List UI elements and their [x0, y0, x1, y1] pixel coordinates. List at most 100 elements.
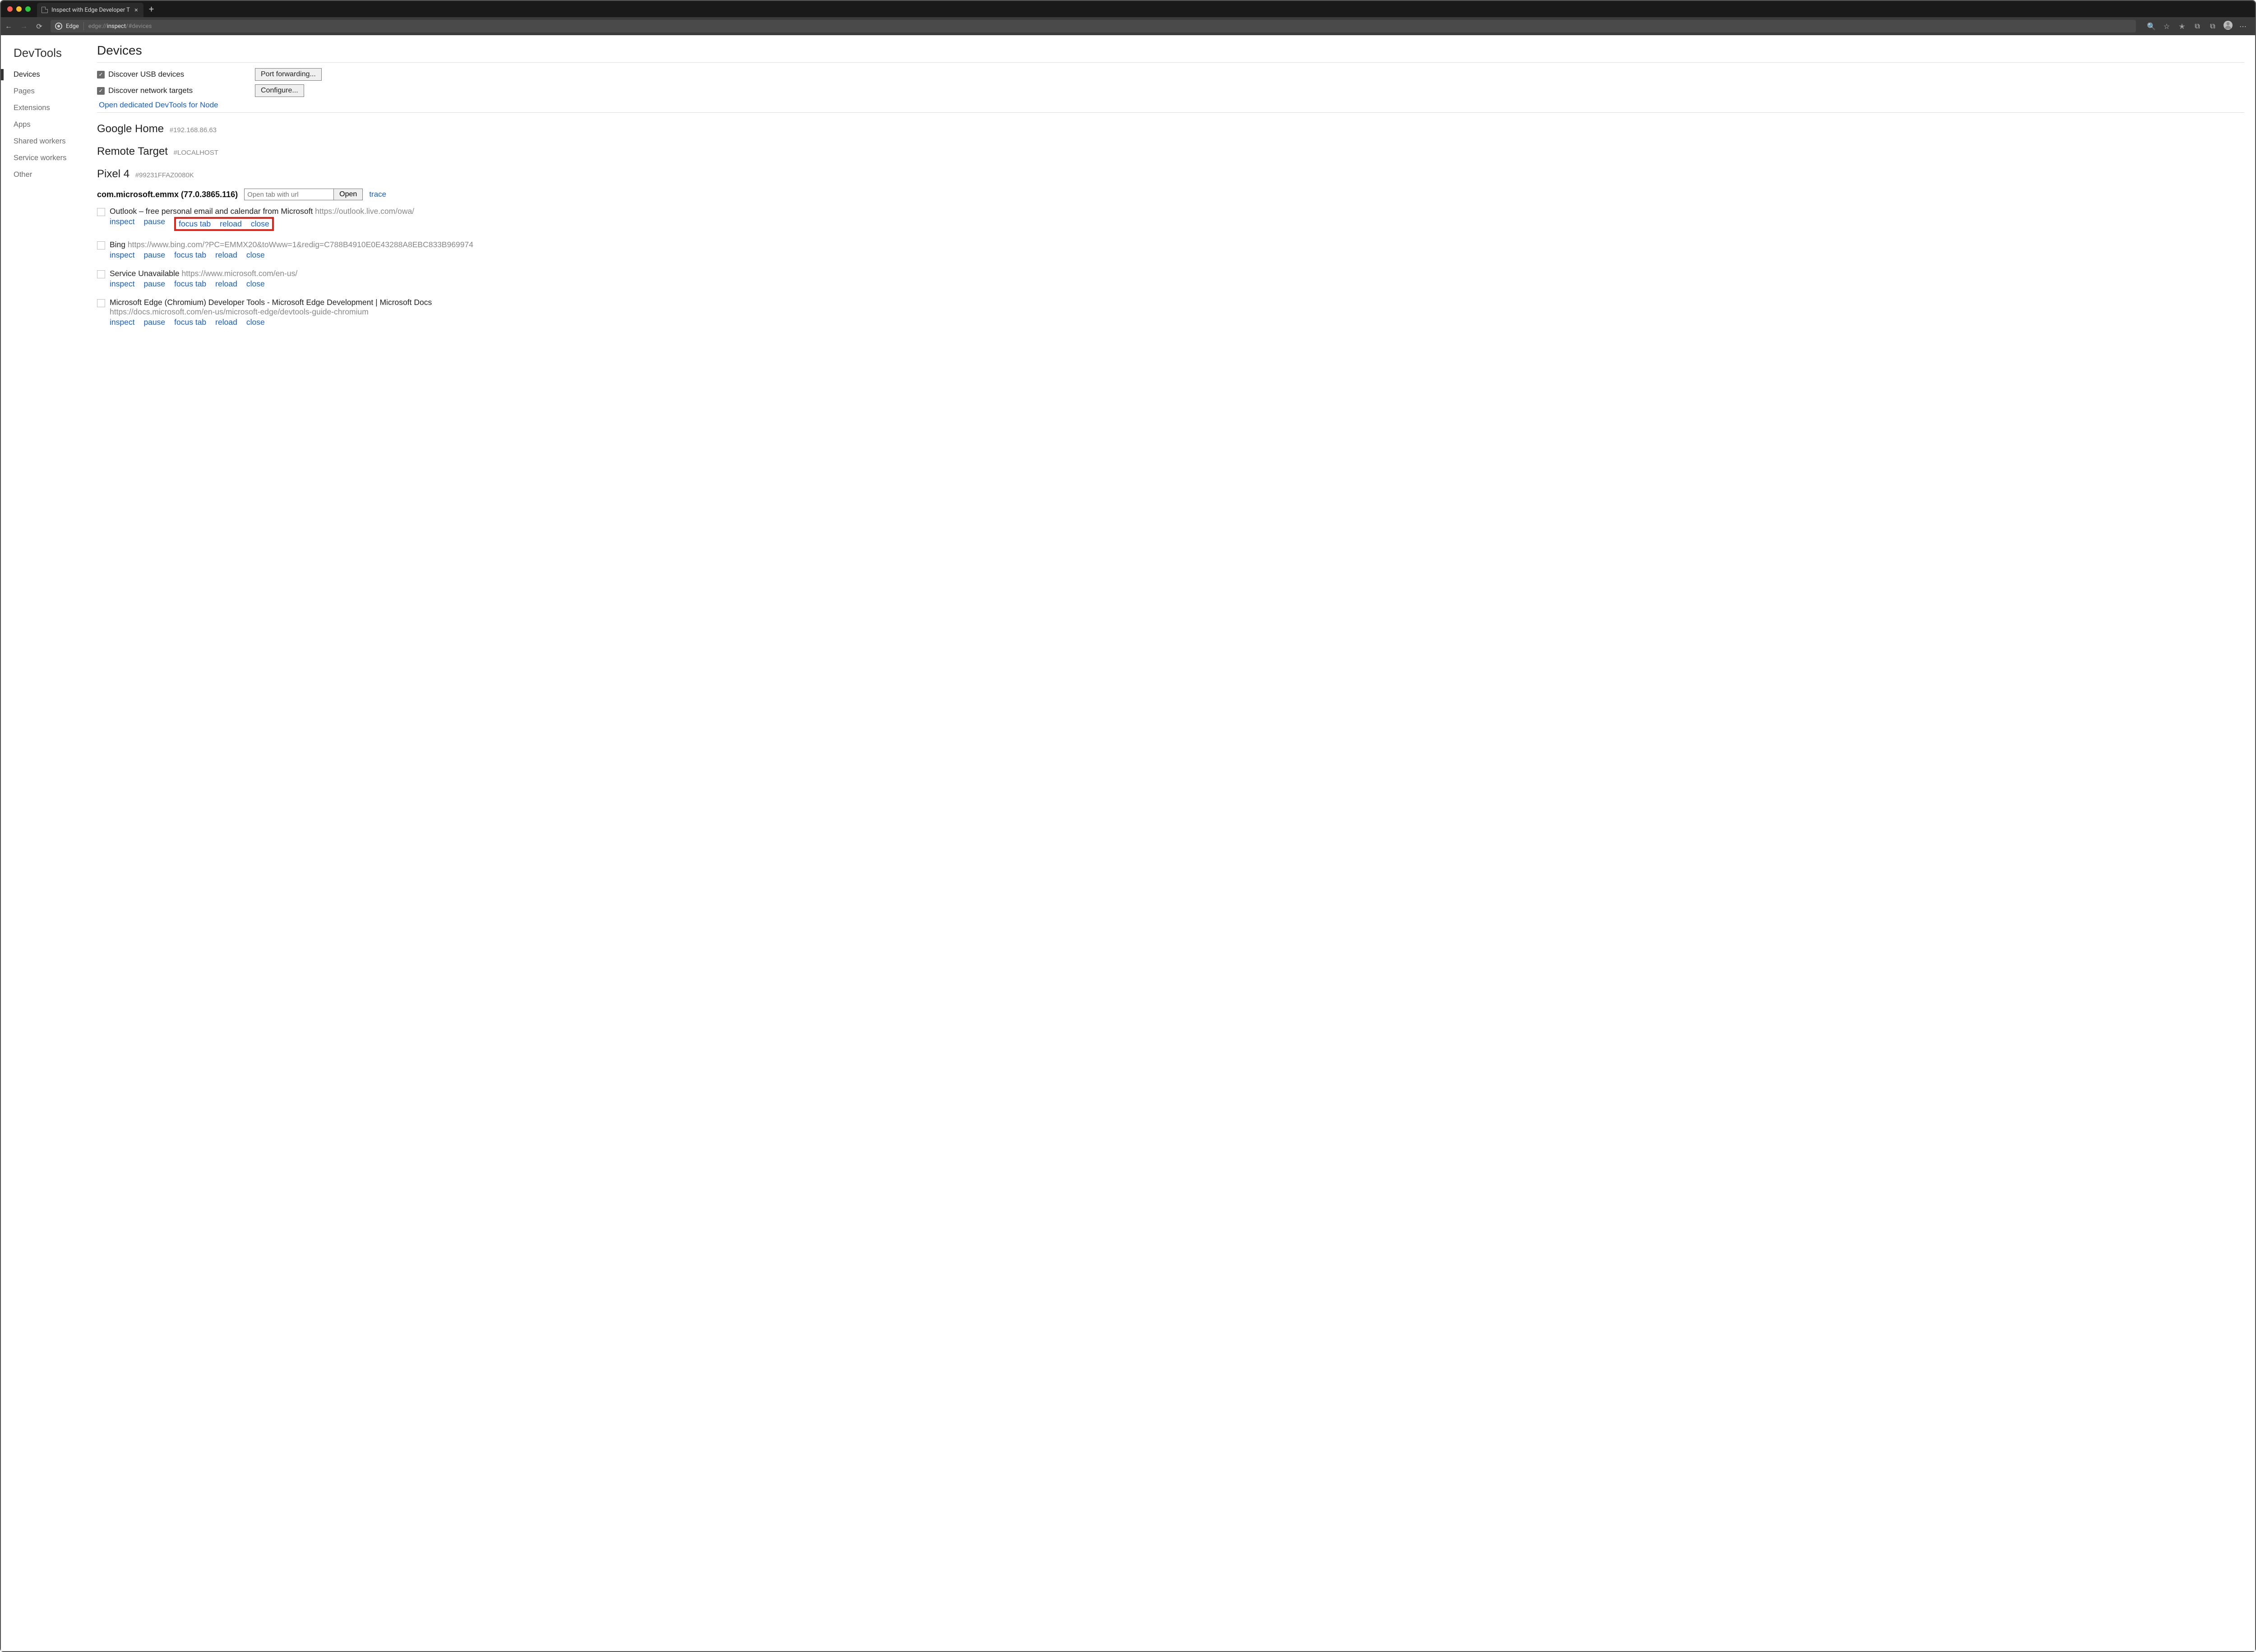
sidebar-item-service-workers[interactable]: Service workers	[1, 150, 93, 166]
entry-actions: inspect pause focus tab reload close	[110, 217, 2244, 231]
discover-usb-row: ✓ Discover USB devices Port forwarding..…	[97, 68, 2244, 81]
sidebar-item-devices[interactable]: Devices	[1, 66, 93, 83]
entry-checkbox[interactable]	[97, 270, 105, 278]
reload-link[interactable]: reload	[215, 250, 237, 260]
back-button[interactable]: ←	[1, 22, 16, 31]
target-hash: #LOCALHOST	[174, 149, 218, 157]
search-icon[interactable]: 🔍	[2144, 22, 2159, 31]
sidebar-item-other[interactable]: Other	[1, 166, 93, 183]
package-row: com.microsoft.emmx (77.0.3865.116) Open …	[97, 189, 2244, 200]
focus-link[interactable]: focus tab	[174, 250, 206, 260]
close-link[interactable]: close	[251, 219, 269, 229]
entry-text: Microsoft Edge (Chromium) Developer Tool…	[110, 298, 432, 307]
target-hash: #192.168.86.63	[170, 126, 217, 134]
entry-url: https://www.microsoft.com/en-us/	[180, 269, 298, 278]
entry-checkbox[interactable]	[97, 208, 105, 216]
profile-icon[interactable]	[2221, 21, 2235, 32]
inspect-entry: Outlook – free personal email and calend…	[97, 207, 2244, 231]
discover-usb-checkbox[interactable]: ✓	[97, 71, 105, 78]
entry-text: Service Unavailable https://www.microsof…	[110, 269, 297, 278]
url-path: /#devices	[126, 23, 152, 30]
sidebar-item-shared-workers[interactable]: Shared workers	[1, 133, 93, 150]
reload-link[interactable]: reload	[215, 318, 237, 327]
focus-link[interactable]: focus tab	[174, 318, 206, 327]
entry-actions: inspect pause focus tab reload close	[110, 318, 2244, 327]
target-hash: #99231FFAZ0080K	[135, 171, 194, 179]
inspect-link[interactable]: inspect	[110, 318, 134, 327]
inspect-entry: Service Unavailable https://www.microsof…	[97, 269, 2244, 289]
extensions-icon[interactable]: ⧉	[2205, 22, 2220, 31]
focus-link[interactable]: focus tab	[174, 279, 206, 289]
configure-button[interactable]: Configure...	[255, 84, 304, 97]
new-tab-button[interactable]: +	[143, 4, 159, 14]
divider	[97, 62, 2244, 63]
url-text: edge://inspect/#devices	[84, 23, 152, 30]
highlighted-actions: focus tab reload close	[174, 217, 274, 231]
more-menu-button[interactable]: ⋯	[2236, 22, 2251, 31]
close-link[interactable]: close	[246, 318, 265, 327]
address-bar[interactable]: Edge edge://inspect/#devices	[51, 20, 2136, 32]
maximize-window-button[interactable]	[25, 6, 31, 12]
inspect-entry: Bing https://www.bing.com/?PC=EMMX20&toW…	[97, 240, 2244, 260]
open-url-button[interactable]: Open	[333, 189, 363, 200]
discover-network-checkbox[interactable]: ✓	[97, 87, 105, 95]
toolbar-right: 🔍 ☆ ✭ ⧉ ⧉ ⋯	[2140, 21, 2255, 32]
browser-tab[interactable]: Inspect with Edge Developer T ×	[37, 3, 143, 17]
divider	[97, 112, 2244, 113]
discover-network-label: Discover network targets	[108, 86, 193, 95]
entry-checkbox[interactable]	[97, 241, 105, 249]
minimize-window-button[interactable]	[16, 6, 22, 12]
avatar-icon	[2224, 21, 2233, 30]
inspect-link[interactable]: inspect	[110, 279, 134, 289]
reload-link[interactable]: reload	[215, 279, 237, 289]
entry-title: Microsoft Edge (Chromium) Developer Tool…	[110, 298, 432, 307]
open-node-devtools-link[interactable]: Open dedicated DevTools for Node	[99, 101, 2244, 110]
focus-link[interactable]: focus tab	[179, 219, 211, 229]
pause-link[interactable]: pause	[143, 217, 165, 231]
entry-url: https://outlook.live.com/owa/	[313, 207, 414, 216]
entry-header: Bing https://www.bing.com/?PC=EMMX20&toW…	[97, 240, 2244, 249]
open-url-input[interactable]	[244, 189, 338, 200]
entry-title: Service Unavailable	[110, 269, 180, 278]
sidebar-item-extensions[interactable]: Extensions	[1, 100, 93, 116]
browser-toolbar: ← → ⟳ Edge edge://inspect/#devices 🔍 ☆ ✭…	[1, 17, 2255, 35]
collections-icon[interactable]: ⧉	[2190, 22, 2205, 31]
discover-usb-label: Discover USB devices	[108, 70, 184, 79]
close-link[interactable]: close	[246, 250, 265, 260]
refresh-button[interactable]: ⟳	[32, 22, 47, 31]
entry-title: Outlook – free personal email and calend…	[110, 207, 313, 216]
close-window-button[interactable]	[7, 6, 13, 12]
inspect-link[interactable]: inspect	[110, 217, 134, 231]
sidebar-title: DevTools	[1, 43, 93, 66]
entry-text: Outlook – free personal email and calend…	[110, 207, 414, 216]
sidebar-item-apps[interactable]: Apps	[1, 116, 93, 133]
trace-link[interactable]: trace	[369, 190, 386, 199]
window-controls	[1, 6, 37, 12]
pause-link[interactable]: pause	[143, 279, 165, 289]
target-name: Pixel 4	[97, 168, 129, 180]
entry-url: https://docs.microsoft.com/en-us/microso…	[110, 307, 2244, 317]
tab-title: Inspect with Edge Developer T	[51, 7, 130, 14]
forward-button[interactable]: →	[16, 22, 32, 31]
target-name: Google Home	[97, 123, 164, 135]
inspect-link[interactable]: inspect	[110, 250, 134, 260]
target-header: Remote Target #LOCALHOST	[97, 145, 2244, 158]
target-header: Pixel 4 #99231FFAZ0080K	[97, 168, 2244, 180]
edge-icon	[55, 23, 62, 30]
favorite-icon[interactable]: ☆	[2159, 22, 2174, 31]
close-tab-button[interactable]: ×	[134, 7, 139, 14]
inspect-entry: Microsoft Edge (Chromium) Developer Tool…	[97, 298, 2244, 327]
favorites-bar-icon[interactable]: ✭	[2175, 22, 2189, 31]
reload-link[interactable]: reload	[220, 219, 242, 229]
entry-url: https://www.bing.com/?PC=EMMX20&toWww=1&…	[125, 240, 473, 249]
pause-link[interactable]: pause	[143, 250, 165, 260]
port-forwarding-button[interactable]: Port forwarding...	[255, 68, 322, 81]
sidebar-item-pages[interactable]: Pages	[1, 83, 93, 100]
page-icon	[42, 7, 48, 13]
pause-link[interactable]: pause	[143, 318, 165, 327]
sidebar: DevTools DevicesPagesExtensionsAppsShare…	[1, 35, 93, 1651]
close-link[interactable]: close	[246, 279, 265, 289]
url-host: inspect	[107, 23, 126, 30]
page-title: Devices	[97, 43, 2244, 58]
entry-checkbox[interactable]	[97, 299, 105, 307]
